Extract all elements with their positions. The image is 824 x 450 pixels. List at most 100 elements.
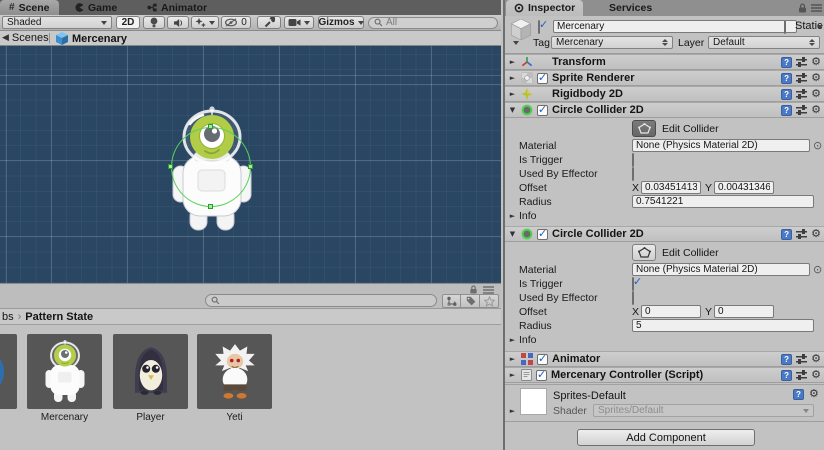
edit-collider-button[interactable] <box>632 120 656 137</box>
object-picker-icon[interactable] <box>813 139 822 152</box>
asset-label[interactable]: Player <box>113 412 188 423</box>
foldout-icon[interactable] <box>508 90 517 99</box>
asset-thumbnail-mercenary[interactable] <box>27 334 102 409</box>
gizmos-dropdown[interactable]: Gizmos <box>318 16 364 29</box>
help-icon[interactable] <box>781 229 792 240</box>
gameobject-icon-dropdown[interactable] <box>513 41 519 45</box>
component-enabled-checkbox[interactable] <box>537 354 548 365</box>
asset-thumbnail-yeti[interactable] <box>197 334 272 409</box>
gameobject-cube-icon[interactable] <box>511 19 531 40</box>
component-controller-header[interactable]: Mercenary Controller (Script) <box>505 367 824 383</box>
help-icon[interactable] <box>781 89 792 100</box>
material-object-field[interactable]: None (Physics Material 2D) <box>632 139 810 152</box>
foldout-icon[interactable] <box>508 211 517 220</box>
gameobject-enabled-checkbox[interactable] <box>538 20 540 34</box>
breadcrumb-current-folder[interactable]: Pattern State <box>25 311 93 323</box>
scene-search-input[interactable] <box>386 17 492 28</box>
material-swatch[interactable] <box>520 388 547 415</box>
offset-x-field[interactable] <box>641 305 701 318</box>
scene-effects-button[interactable] <box>191 16 219 29</box>
project-search-input[interactable] <box>223 295 431 306</box>
component-enabled-checkbox[interactable] <box>536 370 547 381</box>
tab-game[interactable]: Game <box>66 0 126 15</box>
foldout-icon[interactable] <box>508 74 517 83</box>
preset-icon[interactable] <box>796 73 807 83</box>
menu-icon[interactable] <box>483 286 494 294</box>
preset-icon[interactable] <box>796 229 807 239</box>
tab-services[interactable]: Services <box>601 0 660 16</box>
used-by-effector-checkbox[interactable] <box>632 291 634 305</box>
foldout-icon[interactable] <box>508 58 517 67</box>
asset-label[interactable]: Mercenary <box>27 412 102 423</box>
asset-label[interactable]: Yeti <box>197 412 272 423</box>
gear-icon[interactable] <box>811 353 821 365</box>
add-component-button[interactable]: Add Component <box>577 429 755 446</box>
help-icon[interactable] <box>781 73 792 84</box>
shader-dropdown[interactable]: Sprites/Default <box>593 404 814 417</box>
tab-inspector[interactable]: Inspector <box>506 0 583 16</box>
gear-icon[interactable] <box>811 369 821 381</box>
collider-handle-left[interactable] <box>168 164 173 169</box>
asset-thumbnail-player[interactable] <box>113 334 188 409</box>
2d-toggle-button[interactable]: 2D <box>116 16 140 29</box>
preset-icon[interactable] <box>796 57 807 67</box>
label-filter-icon[interactable] <box>461 294 480 308</box>
foldout-icon[interactable] <box>508 230 517 239</box>
preset-icon[interactable] <box>796 354 807 364</box>
offset-y-field[interactable] <box>714 181 774 194</box>
scene-search-field[interactable] <box>368 17 498 29</box>
foldout-icon[interactable] <box>508 355 517 364</box>
menu-icon[interactable] <box>811 4 822 12</box>
asset-thumbnail-cutoff[interactable] <box>0 334 17 409</box>
shading-mode-dropdown[interactable]: Shaded <box>2 16 112 29</box>
preset-icon[interactable] <box>796 89 807 99</box>
component-enabled-checkbox[interactable] <box>537 229 548 240</box>
collider-handle-top[interactable] <box>208 124 213 129</box>
scene-lighting-button[interactable] <box>143 16 165 29</box>
radius-field[interactable] <box>632 195 814 208</box>
help-icon[interactable] <box>781 370 792 381</box>
tab-scene[interactable]: # Scene <box>0 0 59 15</box>
breadcrumb-object[interactable]: Mercenary <box>56 32 127 45</box>
gear-icon[interactable] <box>811 72 821 84</box>
foldout-icon[interactable] <box>508 335 517 344</box>
foldout-icon[interactable] <box>508 371 517 380</box>
object-picker-icon[interactable] <box>813 263 822 276</box>
offset-x-field[interactable] <box>641 181 701 194</box>
tag-dropdown[interactable]: Mercenary <box>551 36 673 49</box>
help-icon[interactable] <box>793 389 804 400</box>
prefab-filter-icon[interactable] <box>442 294 461 308</box>
is-trigger-checkbox[interactable] <box>632 153 634 167</box>
tab-animator[interactable]: Animator <box>138 0 216 15</box>
component-enabled-checkbox[interactable] <box>537 105 548 116</box>
lock-icon[interactable] <box>798 3 807 13</box>
gear-icon[interactable] <box>811 104 821 116</box>
component-circle-collider-2-header[interactable]: Circle Collider 2D <box>505 226 824 242</box>
scene-audio-button[interactable] <box>167 16 189 29</box>
gear-icon[interactable] <box>811 56 821 68</box>
component-animator-header[interactable]: Animator <box>505 351 824 367</box>
preset-icon[interactable] <box>796 370 807 380</box>
foldout-icon[interactable] <box>508 106 517 115</box>
component-circle-collider-1-header[interactable]: Circle Collider 2D <box>505 102 824 118</box>
favorites-star-icon[interactable] <box>480 294 499 308</box>
gear-icon[interactable] <box>809 388 819 400</box>
component-rigidbody-header[interactable]: Rigidbody 2D <box>505 86 824 102</box>
lock-icon[interactable] <box>469 285 478 294</box>
component-enabled-checkbox[interactable] <box>537 73 548 84</box>
scene-tools-button[interactable] <box>257 16 281 29</box>
edit-collider-button[interactable] <box>632 244 656 261</box>
used-by-effector-checkbox[interactable] <box>632 167 634 181</box>
help-icon[interactable] <box>781 105 792 116</box>
preset-icon[interactable] <box>796 105 807 115</box>
breadcrumb-scenes[interactable]: ◀ Scenes <box>2 32 49 44</box>
offset-y-field[interactable] <box>714 305 774 318</box>
foldout-icon[interactable] <box>508 406 517 415</box>
component-sprite-renderer-header[interactable]: Sprite Renderer <box>505 70 824 86</box>
scene-viewport[interactable] <box>0 46 501 283</box>
is-trigger-checkbox[interactable] <box>632 277 634 291</box>
static-checkbox[interactable] <box>784 20 786 34</box>
breadcrumb-folder-truncated[interactable]: bs <box>2 311 14 323</box>
help-icon[interactable] <box>781 354 792 365</box>
gear-icon[interactable] <box>811 88 821 100</box>
